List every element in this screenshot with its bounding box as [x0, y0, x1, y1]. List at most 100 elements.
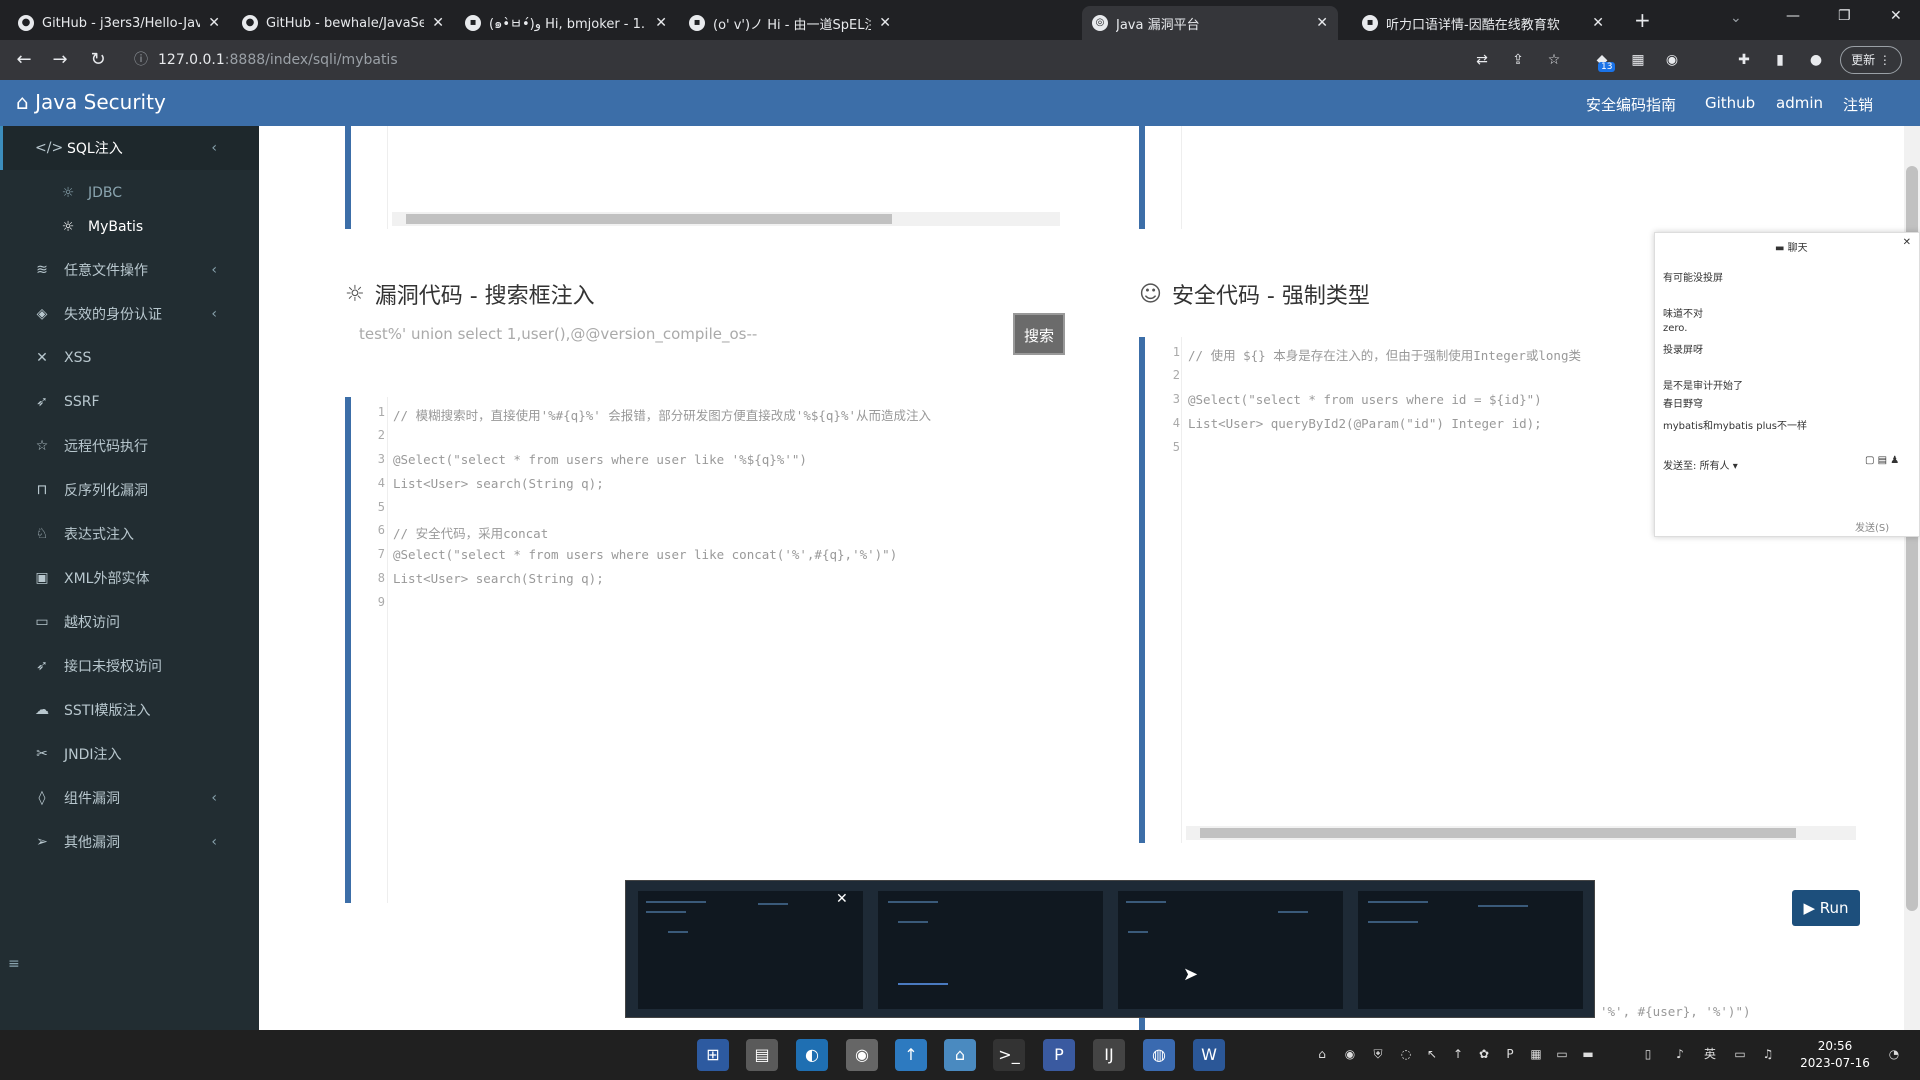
- profile-icon[interactable]: ●: [1806, 50, 1826, 70]
- tray-shield-icon[interactable]: ⛨: [1370, 1046, 1386, 1062]
- tab-4[interactable]: ▪ (o' v')ノ Hi - 由一道SpEL注入 ✕: [679, 6, 901, 40]
- tray-p-icon[interactable]: P: [1502, 1046, 1518, 1062]
- forward-icon[interactable]: →: [48, 48, 72, 72]
- sidebar-item-ssti[interactable]: ☁ SSTI模版注入: [0, 688, 259, 732]
- app-icon[interactable]: ↑: [895, 1039, 927, 1071]
- ime-indicator[interactable]: 英: [1702, 1046, 1718, 1062]
- chat-send-button[interactable]: 发送(S): [1855, 519, 1889, 534]
- new-tab-button[interactable]: +: [1634, 8, 1651, 32]
- sidebar-item-rce[interactable]: ☆ 远程代码执行: [0, 424, 259, 468]
- back-icon[interactable]: ←: [12, 48, 36, 72]
- url-input[interactable]: ⓘ 127.0.0.1:8888/index/sqli/mybatis: [128, 46, 1408, 74]
- tray-chrome-icon[interactable]: ◉: [1342, 1046, 1358, 1062]
- run-button[interactable]: ▶ Run: [1792, 890, 1860, 926]
- brand[interactable]: ⌂ Java Security: [16, 90, 166, 114]
- window-thumbnail[interactable]: [878, 891, 1103, 1009]
- tray-app-icon[interactable]: ↖: [1424, 1046, 1440, 1062]
- sidebar-item-xss[interactable]: ✕ XSS: [0, 336, 259, 380]
- p-app-icon[interactable]: P: [1043, 1039, 1075, 1071]
- close-icon[interactable]: ✕: [208, 15, 220, 31]
- chat-close-icon[interactable]: ✕: [1903, 237, 1911, 248]
- star-icon[interactable]: ☆: [1544, 50, 1564, 70]
- chat-toolbar-icon[interactable]: ▢ ▤ ♟: [1865, 455, 1899, 466]
- network-icon[interactable]: ▭: [1732, 1046, 1748, 1062]
- close-icon[interactable]: ✕: [655, 15, 667, 31]
- tab-3[interactable]: ▪ (๑•̀ㅂ•́)و Hi, bmjoker - 1. SSTI ✕: [455, 6, 677, 40]
- tab-5-active[interactable]: ◎ Java 漏洞平台 ✕: [1082, 6, 1338, 40]
- start-icon[interactable]: ⊞: [697, 1039, 729, 1071]
- sidebar-item-auth[interactable]: ◈ 失效的身份认证 ‹: [0, 292, 259, 336]
- nav-github[interactable]: Github: [1705, 94, 1755, 112]
- search-button[interactable]: 搜索: [1013, 313, 1065, 355]
- nav-secure-guide[interactable]: 安全编码指南: [1586, 94, 1676, 115]
- menu-toggle-icon[interactable]: ≡: [8, 956, 20, 972]
- idea-icon[interactable]: IJ: [1093, 1039, 1125, 1071]
- chrome-taskbar-icon[interactable]: ◉: [846, 1039, 878, 1071]
- thumbnail-close-icon[interactable]: ✕: [836, 891, 848, 907]
- horizontal-scrollbar[interactable]: [1186, 826, 1856, 840]
- close-window-icon[interactable]: ✕: [1890, 8, 1902, 24]
- sidebar-item-idor[interactable]: ▭ 越权访问: [0, 600, 259, 644]
- close-icon[interactable]: ✕: [1592, 15, 1604, 31]
- sidebar-item-file[interactable]: ≋ 任意文件操作 ‹: [0, 248, 259, 292]
- tray-settings-icon[interactable]: ✿: [1476, 1046, 1492, 1062]
- restore-icon[interactable]: ❐: [1838, 8, 1851, 24]
- edge-icon[interactable]: ◐: [796, 1039, 828, 1071]
- update-button[interactable]: 更新 ⋮: [1840, 46, 1902, 74]
- close-icon[interactable]: ✕: [879, 15, 891, 31]
- chrome-icon[interactable]: ◉: [1662, 50, 1682, 70]
- sidebar-item-jndi[interactable]: ✂ JNDI注入: [0, 732, 259, 776]
- tray-monitor-icon[interactable]: ▭: [1554, 1046, 1570, 1062]
- browser-icon[interactable]: ◍: [1143, 1039, 1175, 1071]
- chat-send-to[interactable]: 发送至: 所有人 ▾: [1663, 457, 1738, 472]
- sidebar-item-other[interactable]: ➢ 其他漏洞 ‹: [0, 820, 259, 864]
- translate-icon[interactable]: ⇄: [1472, 50, 1492, 70]
- close-icon[interactable]: ✕: [432, 15, 444, 31]
- tab-6[interactable]: ▪ 听力口语详情-因酷在线教育软 ✕: [1352, 6, 1614, 40]
- horizontal-scrollbar[interactable]: [392, 212, 1060, 226]
- reload-icon[interactable]: ↻: [86, 48, 110, 72]
- sidebar-sub-jdbc[interactable]: [0, 126, 259, 160]
- nav-logout[interactable]: 注销: [1843, 94, 1873, 115]
- meeting-icon[interactable]: ⌂: [944, 1039, 976, 1071]
- tab-2[interactable]: ● GitHub - bewhale/JavaSec: Ja ✕: [232, 6, 454, 40]
- window-thumbnail[interactable]: [1118, 891, 1343, 1009]
- window-thumbnail[interactable]: [1358, 891, 1583, 1009]
- window-thumbnail[interactable]: [638, 891, 863, 1009]
- share-icon[interactable]: ⇪: [1508, 50, 1528, 70]
- notification-icon[interactable]: ◔: [1886, 1046, 1902, 1062]
- tray-grid-icon[interactable]: ▦: [1528, 1046, 1544, 1062]
- sidebar-item-expression[interactable]: ♘ 表达式注入: [0, 512, 259, 556]
- close-icon[interactable]: ✕: [1316, 15, 1328, 31]
- nav-admin[interactable]: admin: [1776, 94, 1823, 112]
- sidebar-sub-jdbc[interactable]: ☼ JDBC: [0, 176, 259, 210]
- qr-icon[interactable]: ▦: [1628, 50, 1648, 70]
- sidebar-item-unauth-api[interactable]: ➶ 接口未授权访问: [0, 644, 259, 688]
- sidebar-item-deserialize[interactable]: ⊓ 反序列化漏洞: [0, 468, 259, 512]
- sidebar-item-components[interactable]: ◊ 组件漏洞 ‹: [0, 776, 259, 820]
- tab-1[interactable]: ● GitHub - j3ers3/Hello-Java-Se ✕: [8, 6, 230, 40]
- tray-app-icon[interactable]: ◌: [1398, 1046, 1414, 1062]
- chat-message: zero.: [1663, 323, 1688, 334]
- files-icon[interactable]: ▤: [746, 1039, 778, 1071]
- tray-meeting-icon[interactable]: ⌂: [1314, 1046, 1330, 1062]
- tab-search-icon[interactable]: ⌄: [1730, 10, 1742, 26]
- sidebar-item-xxe[interactable]: ▣ XML外部实体: [0, 556, 259, 600]
- puzzle-icon[interactable]: ✚: [1734, 50, 1754, 70]
- tray-upload-icon[interactable]: ↑: [1450, 1046, 1466, 1062]
- scrollbar-thumb[interactable]: [1200, 828, 1796, 838]
- terminal-icon[interactable]: >_: [993, 1039, 1025, 1071]
- volume-icon[interactable]: ♫: [1760, 1046, 1776, 1062]
- search-input[interactable]: test%' union select 1,user(),@@version_c…: [351, 315, 1011, 355]
- clock[interactable]: 20:56 2023-07-16: [1800, 1038, 1870, 1072]
- tray-device-icon[interactable]: ▯: [1640, 1046, 1656, 1062]
- minimize-icon[interactable]: —: [1786, 8, 1800, 24]
- scrollbar-thumb[interactable]: [406, 214, 892, 224]
- xml-icon: ▣: [35, 570, 49, 586]
- sidepanel-icon[interactable]: ▮: [1770, 50, 1790, 70]
- sidebar-item-ssrf[interactable]: ➶ SSRF: [0, 380, 259, 424]
- word-icon[interactable]: W: [1193, 1039, 1225, 1071]
- microphone-icon[interactable]: ♪: [1672, 1046, 1688, 1062]
- tray-chat-icon[interactable]: ▬: [1580, 1046, 1596, 1062]
- sidebar-sub-mybatis[interactable]: ☼ MyBatis: [0, 210, 259, 244]
